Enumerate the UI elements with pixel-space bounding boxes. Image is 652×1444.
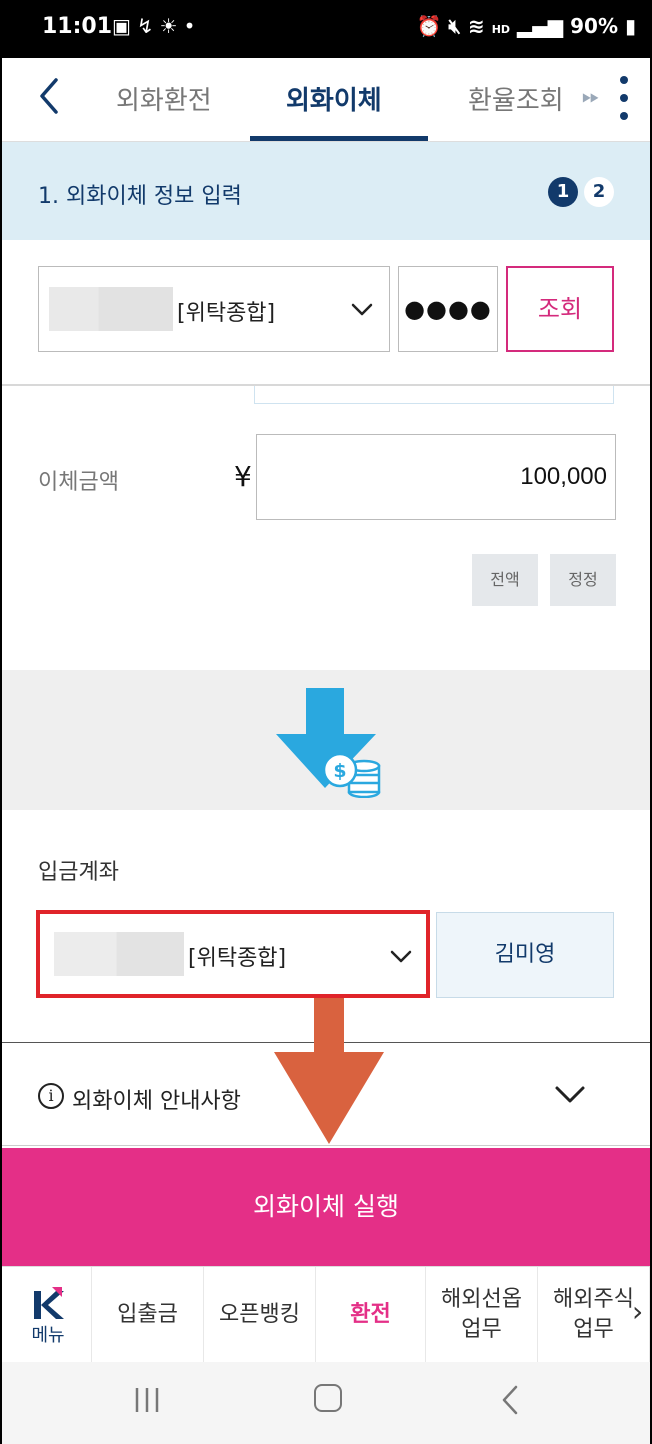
- tab-scroll-right-icon[interactable]: ⏩︎: [582, 84, 600, 109]
- alarm-icon: ⏰: [416, 14, 442, 38]
- password-field[interactable]: ●●●●: [398, 266, 498, 352]
- status-right-icons: ⏰ 🔇︎ ≋ HD ▂▄▆ 90% ▮: [417, 14, 636, 38]
- nav-menu-label: 메뉴: [31, 1325, 65, 1346]
- annotation-arrow-icon: [274, 998, 384, 1144]
- tab-rate-inquiry[interactable]: 환율조회: [468, 80, 564, 117]
- hd-voice-icon: HD: [491, 23, 511, 36]
- partial-field: [254, 386, 614, 404]
- transfer-notice-label: 외화이체 안내사항: [72, 1089, 241, 1114]
- amount-label: 이체금액: [38, 470, 119, 495]
- transfer-direction-band: $: [2, 670, 650, 810]
- nav-exchange[interactable]: 환전: [316, 1267, 426, 1363]
- masked-deposit-account-number: [54, 932, 184, 976]
- status-bar: 11:01 ▣↯☀• ⏰ 🔇︎ ≋ HD ▂▄▆ 90% ▮: [2, 0, 650, 58]
- deposit-account-select[interactable]: [위탁종합]: [36, 910, 430, 998]
- sun-icon: ☀: [159, 14, 184, 38]
- tab-fx-transfer[interactable]: 외화이체: [286, 80, 382, 117]
- source-account-type: [위탁종합]: [177, 301, 276, 326]
- deposit-account-type: [위탁종합]: [188, 946, 287, 971]
- app-screen: 11:01 ▣↯☀• ⏰ 🔇︎ ≋ HD ▂▄▆ 90% ▮ 외화환전 외화이체…: [2, 0, 650, 1444]
- yen-currency-symbol: ¥: [234, 460, 252, 493]
- mute-icon: 🔇︎: [448, 14, 461, 38]
- nav-overseas-futures[interactable]: 해외선옵 업무: [426, 1267, 538, 1363]
- k-logo-icon: [34, 1287, 64, 1319]
- more-menu-icon[interactable]: [616, 70, 632, 126]
- masked-account-number: [49, 287, 173, 331]
- step-indicator-next: 2: [584, 177, 614, 207]
- battery-percent: 90%: [570, 14, 619, 38]
- home-icon[interactable]: [314, 1384, 342, 1412]
- correct-button[interactable]: 정정: [550, 554, 616, 606]
- chevron-down-icon: [351, 303, 373, 316]
- chevron-down-icon: [555, 1086, 585, 1103]
- nfc-icon: ↯: [136, 14, 160, 38]
- active-tab-indicator: [250, 136, 428, 141]
- bottom-nav: 메뉴 입출금 오픈뱅킹 환전 해외선옵 업무 해외주식 업무 ›: [2, 1266, 650, 1363]
- transfer-arrow-coins-icon: $: [276, 688, 381, 798]
- tab-fx-exchange[interactable]: 외화환전: [116, 80, 212, 117]
- image-icon: ▣: [112, 14, 137, 38]
- all-amount-button[interactable]: 전액: [472, 554, 538, 606]
- nav-scroll-right-icon[interactable]: ›: [632, 1295, 643, 1328]
- lookup-button[interactable]: 조회: [506, 266, 614, 352]
- back-arrow-icon[interactable]: [32, 74, 68, 118]
- system-back-icon[interactable]: [500, 1384, 520, 1416]
- info-icon: i: [38, 1083, 64, 1109]
- account-holder-name: 김미영: [436, 912, 614, 998]
- chevron-down-icon: [390, 950, 412, 963]
- amount-input[interactable]: 100,000: [256, 434, 616, 520]
- system-nav-bar: [2, 1362, 650, 1444]
- execute-transfer-button[interactable]: 외화이체 실행: [2, 1148, 650, 1266]
- signal-icon: ▂▄▆: [517, 14, 564, 38]
- nav-open-banking[interactable]: 오픈뱅킹: [204, 1267, 316, 1363]
- battery-icon: ▮: [624, 14, 636, 38]
- step-banner: 1. 외화이체 정보 입력 1 2: [2, 142, 650, 240]
- status-left-icons: ▣↯☀•: [112, 14, 201, 38]
- wifi-icon: ≋: [467, 14, 485, 38]
- svg-text:$: $: [333, 760, 346, 782]
- dot-icon: •: [183, 14, 202, 38]
- app-header: 외화환전 외화이체 환율조회 ⏩︎: [2, 58, 650, 142]
- step-title: 1. 외화이체 정보 입력: [38, 184, 242, 209]
- status-time: 11:01: [42, 14, 113, 39]
- nav-menu[interactable]: 메뉴: [2, 1267, 92, 1363]
- source-account-select[interactable]: [위탁종합]: [38, 266, 390, 352]
- nav-deposit-withdraw[interactable]: 입출금: [92, 1267, 204, 1363]
- deposit-account-label: 입금계좌: [38, 860, 119, 885]
- recent-apps-icon[interactable]: [132, 1386, 162, 1414]
- step-indicator-current: 1: [548, 177, 578, 207]
